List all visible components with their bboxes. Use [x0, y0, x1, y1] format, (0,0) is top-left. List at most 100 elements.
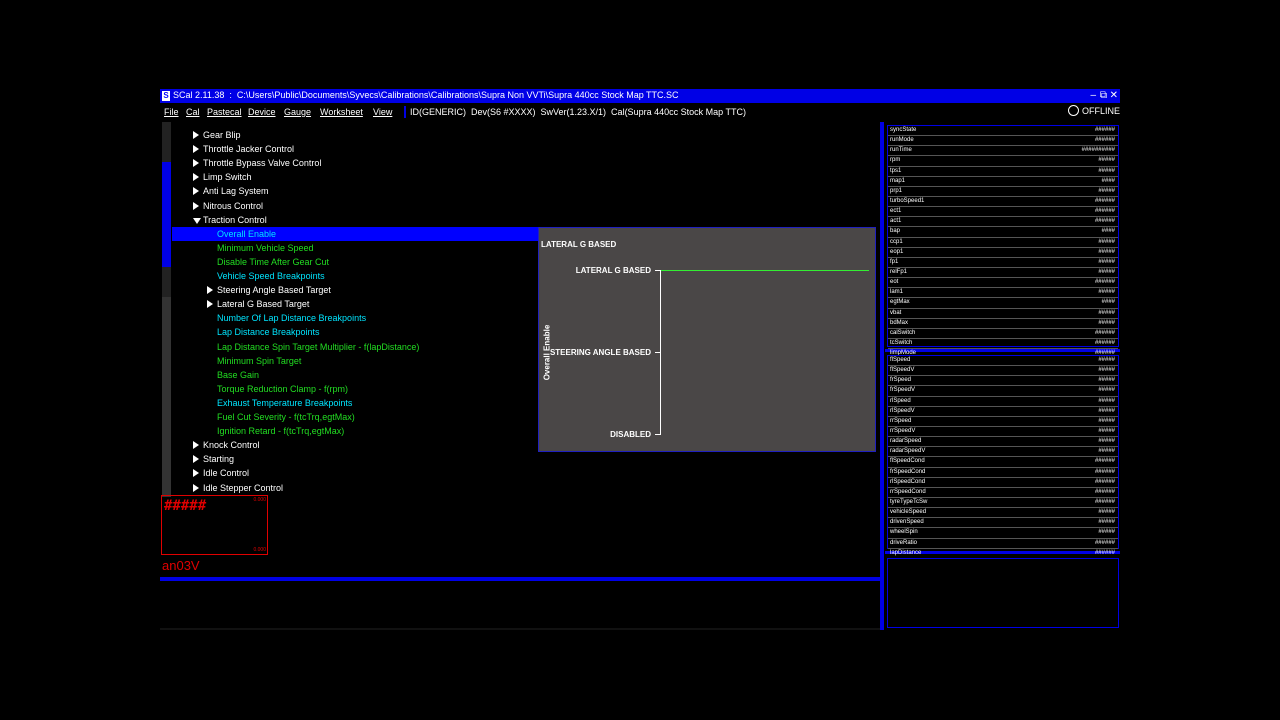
channel-row[interactable]: rlSpeedCond ######: [888, 478, 1118, 488]
collapsed-triangle-icon[interactable]: [207, 300, 213, 309]
channel-row[interactable]: syncState ######: [888, 126, 1118, 137]
channel-row[interactable]: radarSpeedV #####: [888, 447, 1118, 458]
channel-value: #####: [1098, 377, 1115, 384]
gauge-widget[interactable]: ##### 0.000 0.000: [161, 495, 268, 555]
channel-row[interactable]: turboSpeed1 ######: [888, 197, 1118, 208]
tree-item[interactable]: Starting: [203, 453, 234, 466]
channel-row[interactable]: driveRatio ######: [888, 539, 1118, 549]
channel-row[interactable]: prp1 #####: [888, 187, 1118, 197]
tree-item[interactable]: Traction Control: [203, 214, 267, 227]
channel-row[interactable]: ect1 ######: [888, 207, 1118, 218]
tree-item[interactable]: Throttle Bypass Valve Control: [203, 157, 321, 170]
tree-item[interactable]: Idle Control: [203, 467, 249, 480]
channel-value: ######: [1094, 279, 1115, 286]
tree-item[interactable]: Vehicle Speed Breakpoints: [217, 270, 325, 283]
collapsed-triangle-icon[interactable]: [193, 173, 199, 182]
channel-value: ######: [1094, 329, 1115, 336]
menu-device[interactable]: Device: [248, 107, 276, 117]
channel-row[interactable]: frSpeedCond ######: [888, 468, 1118, 478]
channel-row[interactable]: relFp1 #####: [888, 268, 1118, 279]
channel-row[interactable]: act1 ######: [888, 217, 1118, 228]
menu-worksheet[interactable]: Worksheet: [320, 107, 363, 117]
channel-row[interactable]: calSwitch ######: [888, 329, 1118, 339]
tree-item[interactable]: Throttle Jacker Control: [203, 143, 294, 156]
channel-row[interactable]: rrSpeedCond ######: [888, 488, 1118, 498]
collapsed-triangle-icon[interactable]: [193, 187, 199, 196]
menu-gauge[interactable]: Gauge: [284, 107, 311, 117]
tree-item[interactable]: Torque Reduction Clamp - f(rpm): [217, 383, 348, 396]
channel-row[interactable]: tcSwitch ######: [888, 339, 1118, 350]
tree-item[interactable]: Knock Control: [203, 439, 260, 452]
tree-item[interactable]: Minimum Vehicle Speed: [217, 242, 314, 255]
tree-item[interactable]: Anti Lag System: [203, 185, 269, 198]
tree-item[interactable]: Number Of Lap Distance Breakpoints: [217, 312, 366, 325]
channel-row[interactable]: rlSpeedV #####: [888, 407, 1118, 417]
minimize-icon[interactable]: ‒: [1090, 90, 1096, 101]
channel-row[interactable]: egtMax ####: [888, 298, 1118, 309]
channel-row[interactable]: ccp1 #####: [888, 238, 1118, 248]
expanded-triangle-icon[interactable]: [193, 217, 201, 224]
channel-row[interactable]: rpm #####: [888, 156, 1118, 167]
channel-row[interactable]: runTime ##########: [888, 146, 1118, 157]
menu-file[interactable]: File: [164, 107, 179, 117]
channel-row[interactable]: eot ######: [888, 278, 1118, 289]
channel-row[interactable]: runMode ######: [888, 136, 1118, 147]
channel-row[interactable]: vehicleSpeed #####: [888, 508, 1118, 519]
restore-icon[interactable]: ⧉: [1100, 90, 1107, 101]
menu-cal[interactable]: Cal: [186, 107, 200, 117]
channel-row[interactable]: bap ####: [888, 227, 1118, 238]
menu-pastecal[interactable]: Pastecal: [207, 107, 242, 117]
collapsed-triangle-icon[interactable]: [193, 441, 199, 450]
value-graph[interactable]: LATERAL G BASED Overall Enable LATERAL G…: [538, 227, 876, 452]
collapsed-triangle-icon[interactable]: [193, 483, 199, 492]
channel-row[interactable]: lam1 #####: [888, 288, 1118, 299]
channel-row[interactable]: flSpeedV #####: [888, 366, 1118, 377]
channel-row[interactable]: wheelSpin #####: [888, 528, 1118, 539]
channel-row[interactable]: flSpeedCond ######: [888, 457, 1118, 468]
channel-row[interactable]: eop1 #####: [888, 248, 1118, 258]
connection-status[interactable]: OFFLINE: [1067, 105, 1120, 116]
collapsed-triangle-icon[interactable]: [193, 201, 199, 210]
collapsed-triangle-icon[interactable]: [193, 469, 199, 478]
channel-value: #####: [1098, 289, 1115, 296]
close-icon[interactable]: ✕: [1110, 90, 1118, 101]
channel-row[interactable]: frSpeed #####: [888, 376, 1118, 387]
channel-row[interactable]: vbat #####: [888, 309, 1118, 319]
channel-row[interactable]: rlSpeed #####: [888, 397, 1118, 407]
tree-item[interactable]: Fuel Cut Severity - f(tcTrq,egtMax): [217, 411, 355, 424]
tree-item[interactable]: Disable Time After Gear Cut: [217, 256, 329, 269]
tree-item[interactable]: Ignition Retard - f(tcTrq,egtMax): [217, 425, 344, 438]
tree-item[interactable]: Gear Blip: [203, 129, 241, 142]
channel-row[interactable]: tps1 #####: [888, 167, 1118, 177]
channel-row[interactable]: frSpeedV #####: [888, 386, 1118, 397]
tree-item[interactable]: Exhaust Temperature Breakpoints: [217, 397, 352, 410]
channel-row[interactable]: radarSpeed #####: [888, 437, 1118, 448]
channel-row[interactable]: drivenSpeed #####: [888, 518, 1118, 529]
channel-row[interactable]: tyreTypeTcSw ######: [888, 498, 1118, 509]
tree-item[interactable]: Lap Distance Spin Target Multiplier - f(…: [217, 341, 419, 354]
collapsed-triangle-icon[interactable]: [207, 286, 213, 295]
channel-row[interactable]: flSpeed #####: [888, 356, 1118, 367]
tree-item[interactable]: Nitrous Control: [203, 200, 263, 213]
tree-item[interactable]: Minimum Spin Target: [217, 355, 301, 368]
tree-item[interactable]: Lap Distance Breakpoints: [217, 326, 320, 339]
vertical-divider[interactable]: [880, 122, 884, 630]
channel-value: #####: [1098, 427, 1115, 434]
tree-item[interactable]: Limp Switch: [203, 171, 252, 184]
collapsed-triangle-icon[interactable]: [193, 455, 199, 464]
channel-row[interactable]: fp1 #####: [888, 258, 1118, 268]
tree-item[interactable]: Steering Angle Based Target: [217, 284, 331, 297]
tree-item[interactable]: Lateral G Based Target: [217, 298, 309, 311]
tree-item[interactable]: Base Gain: [217, 369, 259, 382]
collapsed-triangle-icon[interactable]: [193, 145, 199, 154]
menu-view[interactable]: View: [373, 107, 392, 117]
channel-row[interactable]: bdMax #####: [888, 319, 1118, 329]
channel-row[interactable]: map1 ####: [888, 177, 1118, 187]
collapsed-triangle-icon[interactable]: [193, 131, 199, 139]
tree-item[interactable]: Idle Stepper Control: [203, 482, 283, 495]
tree-item[interactable]: Overall Enable: [217, 228, 276, 241]
channel-name: lapDistance: [890, 549, 922, 556]
channel-row[interactable]: rrSpeed #####: [888, 417, 1118, 427]
collapsed-triangle-icon[interactable]: [193, 159, 199, 168]
channel-row[interactable]: rrSpeedV #####: [888, 427, 1118, 438]
